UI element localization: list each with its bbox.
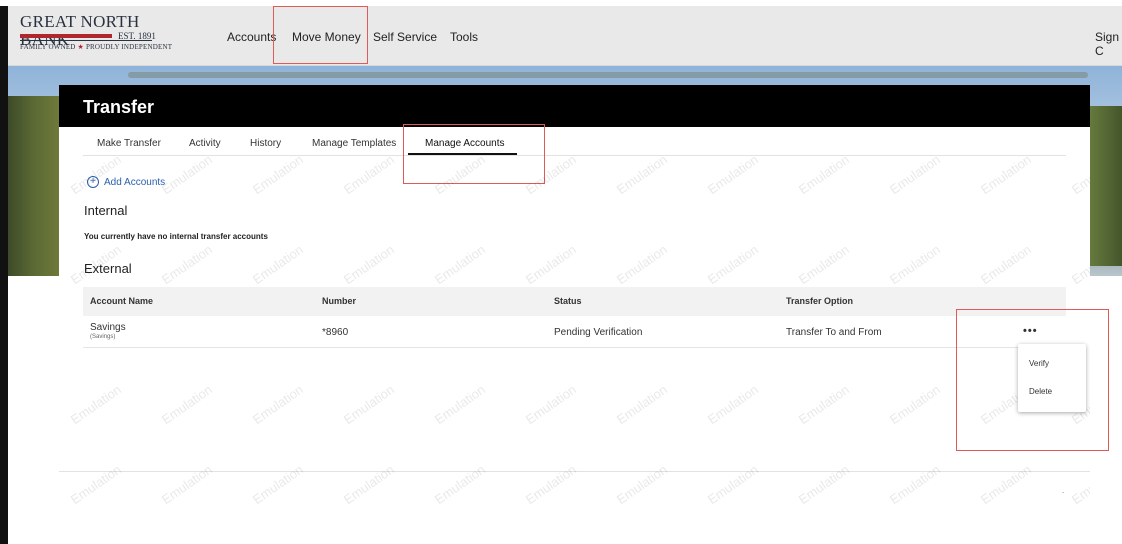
menu-item-delete[interactable]: Delete	[1029, 387, 1052, 396]
tab-make-transfer[interactable]: Make Transfer	[97, 138, 161, 149]
external-heading: External	[84, 261, 132, 276]
add-accounts-label: Add Accounts	[104, 176, 166, 188]
nav-sign-out[interactable]: Sign C	[1095, 30, 1122, 58]
account-transfer-option: Transfer To and From	[786, 327, 882, 338]
logo-tagline-left: FAMILY OWNED	[20, 43, 76, 51]
logo-tagline: FAMILY OWNED ★ PROUDLY INDEPENDENT	[20, 43, 172, 51]
row-actions-menu: Verify Delete	[1018, 344, 1086, 412]
banner-shoreline	[128, 72, 1088, 78]
logo-tagline-right: PROUDLY INDEPENDENT	[85, 43, 173, 51]
window-border	[0, 0, 8, 544]
external-accounts-table: Account Name Number Status Transfer Opti…	[83, 287, 1066, 348]
plus-circle-icon: +	[87, 176, 99, 188]
tab-activity[interactable]: Activity	[189, 138, 221, 149]
menu-item-verify[interactable]: Verify	[1029, 359, 1049, 368]
table-row: Savings (Savings) *8960 Pending Verifica…	[83, 316, 1066, 348]
column-header-status[interactable]: Status	[554, 296, 582, 306]
column-header-transfer-option[interactable]: Transfer Option	[786, 296, 853, 306]
banner-trees-left	[8, 96, 60, 276]
tab-history[interactable]: History	[250, 138, 281, 149]
nav-self-service[interactable]: Self Service	[373, 30, 437, 44]
account-status: Pending Verification	[554, 327, 643, 338]
bank-logo[interactable]: GREAT NORTH BANK EST. 1891 FAMILY OWNED …	[20, 13, 172, 59]
footer-divider	[59, 471, 1090, 472]
highlight-box-move-money	[273, 6, 368, 64]
add-accounts-link[interactable]: + Add Accounts	[87, 176, 165, 188]
nav-tools[interactable]: Tools	[450, 30, 478, 44]
star-icon: ★	[77, 43, 84, 51]
footer-text: .	[1062, 486, 1065, 495]
nav-accounts[interactable]: Accounts	[227, 30, 276, 44]
page-title: Transfer	[83, 97, 155, 117]
transfer-panel: Transfer Make Transfer Activity History …	[59, 85, 1090, 519]
highlight-box-manage-accounts	[403, 124, 545, 184]
column-header-number[interactable]: Number	[322, 296, 356, 306]
logo-rule	[20, 40, 152, 41]
column-header-account-name[interactable]: Account Name	[90, 296, 153, 306]
internal-heading: Internal	[84, 203, 128, 218]
tabs-divider	[83, 155, 1066, 156]
table-header: Account Name Number Status Transfer Opti…	[83, 287, 1066, 316]
internal-empty-message: You currently have no internal transfer …	[84, 232, 268, 241]
panel-header: Transfer	[59, 85, 1090, 127]
tab-manage-templates[interactable]: Manage Templates	[312, 138, 396, 149]
account-number: *8960	[322, 327, 349, 338]
account-name: Savings	[90, 322, 126, 333]
top-navigation: GREAT NORTH BANK EST. 1891 FAMILY OWNED …	[8, 6, 1122, 66]
banner-trees-right	[1090, 106, 1122, 266]
logo-red-rule	[20, 34, 112, 38]
account-type: (Savings)	[90, 334, 116, 340]
